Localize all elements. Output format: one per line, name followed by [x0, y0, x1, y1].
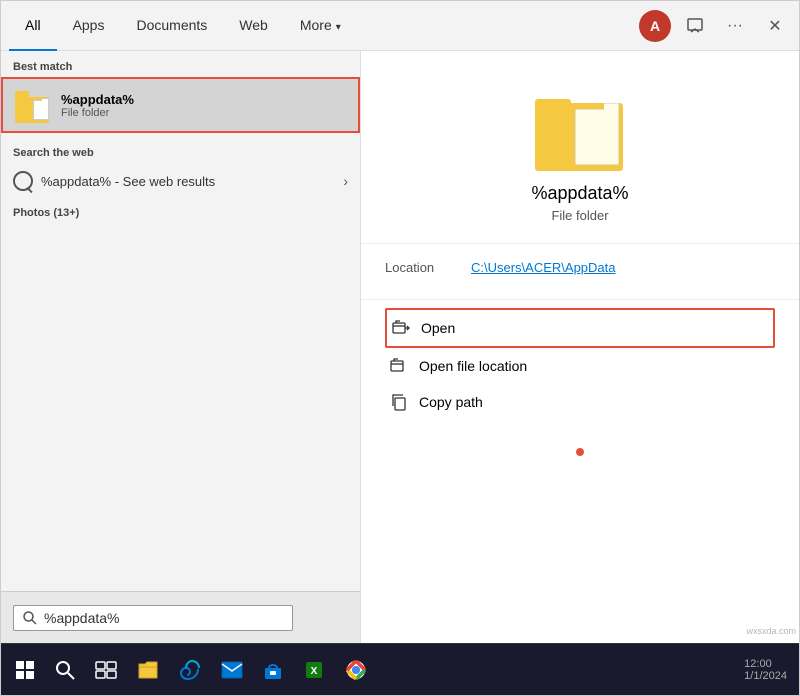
right-panel: %appdata% File folder Location C:\Users\… — [361, 51, 799, 643]
search-circle-icon — [13, 171, 33, 191]
more-options-icon[interactable]: ··· — [719, 10, 751, 42]
mail-button[interactable] — [211, 647, 253, 693]
taskbar-search-button[interactable] — [45, 647, 85, 693]
action-open-location-label: Open file location — [419, 358, 527, 374]
tab-more[interactable]: More — [284, 1, 357, 51]
tab-documents[interactable]: Documents — [120, 1, 223, 51]
left-panel: Best match %appdata% File folder Search … — [1, 51, 361, 643]
action-open[interactable]: Open — [385, 308, 775, 348]
actions-section: Open Open file location — [361, 300, 799, 428]
tab-web-label: Web — [239, 17, 268, 33]
start-button[interactable] — [5, 647, 45, 693]
clock: 12:00 1/1/2024 — [744, 658, 787, 682]
top-bar: All Apps Documents Web More A — [1, 1, 799, 51]
best-match-label: Best match — [1, 51, 360, 77]
search-window: All Apps Documents Web More A — [0, 0, 800, 696]
store-button[interactable] — [253, 647, 293, 693]
feedback-icon[interactable] — [679, 10, 711, 42]
chevron-down-icon — [336, 17, 341, 33]
svg-text:X: X — [311, 666, 318, 677]
avatar-letter: A — [650, 18, 660, 34]
web-search-text: %appdata% - See web results — [41, 174, 215, 189]
ellipsis-label: ··· — [727, 17, 743, 35]
item-text-group: %appdata% File folder — [61, 92, 134, 119]
open-folder-icon — [391, 318, 411, 338]
tab-documents-label: Documents — [136, 17, 207, 33]
watermark: wxsxda.com — [746, 626, 796, 636]
search-bar: %appdata% — [1, 591, 360, 643]
tab-all[interactable]: All — [9, 1, 57, 51]
action-copy-path[interactable]: Copy path — [385, 384, 775, 420]
right-title: %appdata% — [531, 183, 628, 204]
edge-browser-button[interactable] — [169, 647, 211, 693]
gamepass-button[interactable]: X — [293, 647, 335, 693]
item-type: File folder — [61, 107, 134, 119]
action-open-location[interactable]: Open file location — [385, 348, 775, 384]
web-search-item[interactable]: %appdata% - See web results › — [1, 163, 360, 199]
tab-apps-label: Apps — [73, 17, 105, 33]
folder-icon — [15, 87, 51, 123]
search-icon — [22, 610, 38, 626]
search-input-wrapper[interactable]: %appdata% — [13, 605, 293, 631]
tab-more-label: More — [300, 17, 332, 33]
action-copy-path-label: Copy path — [419, 394, 483, 410]
system-tray: 12:00 1/1/2024 — [744, 658, 795, 682]
tab-all-label: All — [25, 17, 41, 33]
task-view-button[interactable] — [85, 647, 127, 693]
action-open-label: Open — [421, 320, 455, 336]
content-area: Best match %appdata% File folder Search … — [1, 51, 799, 643]
location-value[interactable]: C:\Users\ACER\AppData — [471, 260, 616, 275]
copy-icon — [389, 392, 409, 412]
file-explorer-button[interactable] — [127, 647, 169, 693]
taskbar: X 12:00 1/1/2024 — [1, 643, 799, 695]
best-match-item[interactable]: %appdata% File folder — [1, 77, 360, 133]
web-search-label: Search the web — [1, 137, 360, 163]
right-content: %appdata% File folder — [361, 51, 799, 244]
chrome-button[interactable] — [335, 647, 377, 693]
details-section: Location C:\Users\ACER\AppData — [361, 244, 799, 300]
close-icon[interactable]: ✕ — [759, 10, 791, 42]
location-label: Location — [385, 260, 455, 275]
red-dot-indicator — [576, 448, 584, 456]
location-row: Location C:\Users\ACER\AppData — [385, 260, 775, 275]
right-subtitle: File folder — [551, 208, 608, 223]
chevron-right-icon: › — [343, 173, 348, 189]
photos-label: Photos (13+) — [1, 199, 360, 223]
avatar[interactable]: A — [639, 10, 671, 42]
tab-web[interactable]: Web — [223, 1, 284, 51]
close-label: ✕ — [768, 16, 781, 36]
tab-apps[interactable]: Apps — [57, 1, 121, 51]
search-input-value: %appdata% — [44, 610, 284, 626]
location-icon — [389, 356, 409, 376]
top-bar-right: A ··· ✕ — [639, 10, 791, 42]
big-folder-icon — [535, 91, 625, 171]
item-name: %appdata% — [61, 92, 134, 107]
